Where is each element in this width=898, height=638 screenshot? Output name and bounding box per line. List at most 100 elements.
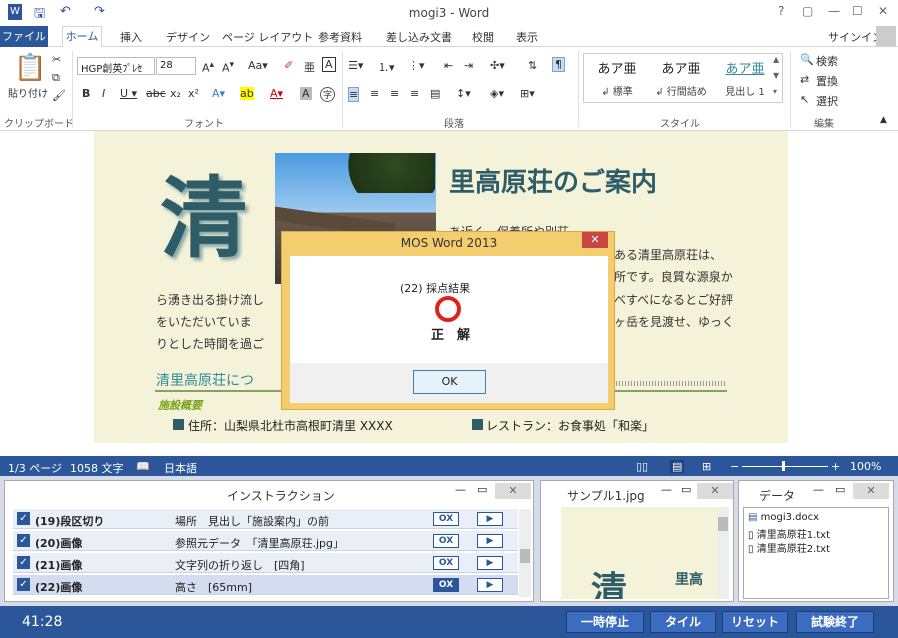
justify-icon[interactable]: ≡ — [410, 87, 419, 100]
web-layout-icon[interactable]: ⊞ — [702, 460, 711, 473]
bold-icon[interactable]: B — [82, 87, 90, 100]
shading-icon[interactable]: ◈▾ — [490, 87, 504, 100]
style-scroll-down-icon[interactable]: ▼ — [773, 71, 779, 80]
close-window-button[interactable]: ✕ — [878, 4, 888, 18]
strikethrough-icon[interactable]: abc — [146, 87, 166, 100]
panel-minimize-icon[interactable]: — — [455, 483, 466, 496]
instruction-row-selected[interactable]: ✓ (22)画像 高さ [65mm] OX ▶ — [13, 575, 518, 595]
zoom-in-icon[interactable]: + — [831, 460, 840, 473]
text-effects-icon[interactable]: A▾ — [212, 87, 225, 100]
style-normal[interactable]: あア亜 ↲ 標準 — [586, 58, 648, 98]
file-item[interactable]: ▯ 清里高原荘2.txt — [748, 540, 830, 555]
italic-icon[interactable]: I — [102, 87, 105, 100]
paste-icon[interactable]: 📋 — [14, 53, 46, 83]
proofing-icon[interactable]: 📖 — [136, 460, 150, 473]
tab-file[interactable]: ファイル — [0, 26, 48, 47]
sample-preview-image[interactable]: 清 里高 — [561, 507, 717, 599]
sort-icon[interactable]: ⇅ — [528, 59, 537, 72]
tab-view[interactable]: 表示 — [516, 29, 538, 45]
panel-maximize-icon[interactable]: ▭ — [477, 483, 487, 496]
zoom-level[interactable]: 100% — [850, 460, 881, 473]
help-icon[interactable]: ? — [778, 4, 784, 18]
avatar[interactable] — [876, 26, 896, 46]
instruction-row[interactable]: ✓ (21)画像 文字列の折り返し [四角] OX ▶ — [13, 553, 518, 573]
character-border-icon[interactable]: A — [322, 57, 336, 72]
underline-icon[interactable]: U ▾ — [120, 87, 137, 100]
style-scroll-up-icon[interactable]: ▲ — [773, 55, 779, 64]
instruction-row[interactable]: ✓ (20)画像 参照元データ 「清里高原荘.jpg」 OX ▶ — [13, 531, 518, 551]
ribbon-options-icon[interactable]: ▢ — [802, 4, 813, 18]
phonetic-guide-icon[interactable]: 亜 — [304, 59, 315, 75]
align-center-icon[interactable]: ≡ — [370, 87, 379, 100]
character-shading-icon[interactable]: A — [300, 87, 312, 100]
change-case-icon[interactable]: Aa▾ — [248, 59, 268, 72]
collapse-ribbon-icon[interactable]: ▲ — [880, 115, 887, 125]
file-item[interactable]: ▯ 清里高原荘1.txt — [748, 526, 830, 541]
zoom-slider-thumb[interactable] — [782, 461, 785, 471]
reset-button[interactable]: リセット — [722, 611, 788, 633]
panel-close-icon[interactable]: ✕ — [853, 483, 889, 499]
paste-button[interactable]: 貼り付け — [8, 85, 48, 100]
read-mode-icon[interactable]: ▯▯ — [636, 460, 648, 473]
font-name-select[interactable]: HGP創英ﾌﾟﾚｾ — [77, 57, 155, 75]
enclose-character-icon[interactable]: 字 — [320, 87, 336, 102]
style-no-spacing[interactable]: あア亜 ↲ 行間詰め — [650, 58, 712, 98]
ox-button[interactable]: OX — [433, 556, 459, 570]
align-left-icon[interactable]: ≡ — [348, 87, 360, 102]
checkbox-checked-icon[interactable]: ✓ — [17, 534, 30, 547]
increase-indent-icon[interactable]: ⇥ — [464, 59, 473, 72]
grow-font-icon[interactable]: A▴ — [202, 59, 214, 75]
page-count[interactable]: 1/3 ページ — [8, 460, 62, 476]
signin-link[interactable]: サインイン — [828, 29, 883, 45]
replace-button[interactable]: 置換 — [816, 73, 838, 89]
play-button[interactable]: ▶ — [477, 578, 503, 592]
search-icon[interactable]: 🔍 — [800, 53, 814, 66]
checkbox-checked-icon[interactable]: ✓ — [17, 578, 30, 591]
numbering-icon[interactable]: ⒈▾ — [378, 59, 395, 75]
play-button[interactable]: ▶ — [477, 534, 503, 548]
ok-button[interactable]: OK — [413, 370, 486, 394]
zoom-out-icon[interactable]: − — [730, 460, 739, 473]
panel-close-icon[interactable]: ✕ — [495, 483, 531, 499]
select-icon[interactable]: ↖ — [800, 93, 809, 106]
subscript-icon[interactable]: x₂ — [170, 87, 181, 100]
scrollbar-thumb[interactable] — [520, 549, 530, 563]
ox-button[interactable]: OX — [433, 534, 459, 548]
tab-review[interactable]: 校閲 — [472, 29, 494, 45]
cut-icon[interactable]: ✂ — [52, 53, 61, 66]
minimize-button[interactable]: — — [828, 4, 840, 18]
font-color-icon[interactable]: A▾ — [270, 87, 283, 100]
play-button[interactable]: ▶ — [477, 512, 503, 526]
tab-design[interactable]: デザイン — [166, 29, 210, 45]
tab-page-layout[interactable]: ページ レイアウト — [222, 29, 313, 45]
line-spacing-icon[interactable]: ↕▾ — [456, 87, 471, 100]
dialog-close-button[interactable]: ✕ — [582, 232, 608, 248]
asian-layout-icon[interactable]: ✣▾ — [490, 59, 505, 72]
style-heading1[interactable]: あア亜 見出し 1 — [714, 58, 776, 98]
decrease-indent-icon[interactable]: ⇤ — [444, 59, 453, 72]
file-item[interactable]: ▤ mogi3.docx — [748, 512, 819, 523]
ox-button[interactable]: OX — [433, 578, 459, 592]
panel-maximize-icon[interactable]: ▭ — [835, 483, 845, 496]
copy-icon[interactable]: ⧉ — [52, 71, 60, 85]
bullets-icon[interactable]: ☰▾ — [348, 59, 363, 72]
superscript-icon[interactable]: x² — [188, 87, 199, 100]
end-exam-button[interactable]: 試験終了 — [796, 611, 874, 633]
checkbox-checked-icon[interactable]: ✓ — [17, 556, 30, 569]
panel-minimize-icon[interactable]: — — [813, 483, 824, 496]
panel-close-icon[interactable]: ✕ — [697, 483, 733, 499]
replace-icon[interactable]: ⇄ — [800, 73, 809, 86]
borders-icon[interactable]: ⊞▾ — [520, 87, 535, 100]
pause-button[interactable]: 一時停止 — [566, 611, 644, 633]
multilevel-list-icon[interactable]: ⋮▾ — [408, 59, 425, 72]
tab-home[interactable]: ホーム — [62, 26, 102, 48]
play-button[interactable]: ▶ — [477, 556, 503, 570]
highlight-icon[interactable]: ab — [240, 87, 254, 100]
shrink-font-icon[interactable]: A▾ — [222, 59, 234, 75]
clear-format-icon[interactable]: ✐ — [284, 59, 293, 72]
checkbox-checked-icon[interactable]: ✓ — [17, 512, 30, 525]
scrollbar-thumb[interactable] — [718, 517, 728, 531]
format-painter-icon[interactable]: 🖌 — [52, 89, 66, 102]
panel-maximize-icon[interactable]: ▭ — [681, 483, 691, 496]
word-count[interactable]: 1058 文字 — [70, 460, 124, 476]
